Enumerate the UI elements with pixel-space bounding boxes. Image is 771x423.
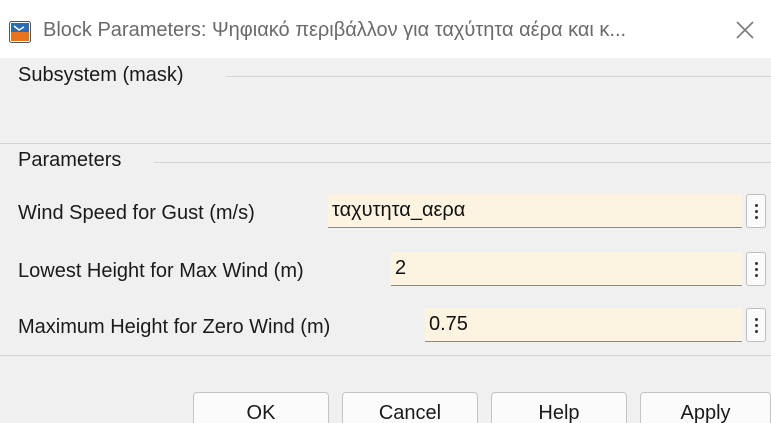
more-options-icon[interactable] [746,194,766,228]
cancel-button[interactable]: Cancel [342,392,478,423]
max-height-input[interactable] [425,308,742,342]
wind-speed-label: Wind Speed for Gust (m/s) [18,202,255,224]
ok-button[interactable]: OK [193,392,329,423]
more-options-icon[interactable] [746,308,766,342]
block-parameters-dialog: Block Parameters: Ψηφιακό περιβάλλον για… [0,0,771,423]
window-title: Block Parameters: Ψηφιακό περιβάλλον για… [43,19,627,41]
help-button[interactable]: Help [491,392,627,423]
lowest-height-input[interactable] [391,252,742,286]
title-bar[interactable]: Block Parameters: Ψηφιακό περιβάλλον για… [0,0,771,58]
simulink-block-icon [9,21,31,43]
subsystem-section-divider [226,76,771,77]
parameters-section-header: Parameters [18,149,122,171]
parameters-section-divider [154,162,771,163]
wind-speed-input[interactable] [328,194,742,228]
button-area-separator [0,355,771,356]
more-options-icon[interactable] [746,252,766,286]
subsystem-section-header: Subsystem (mask) [18,64,184,86]
lowest-height-label: Lowest Height for Max Wind (m) [18,260,304,282]
max-height-label: Maximum Height for Zero Wind (m) [18,316,331,338]
apply-button[interactable]: Apply [640,392,771,423]
section-separator [0,143,771,144]
close-icon[interactable] [729,14,761,46]
